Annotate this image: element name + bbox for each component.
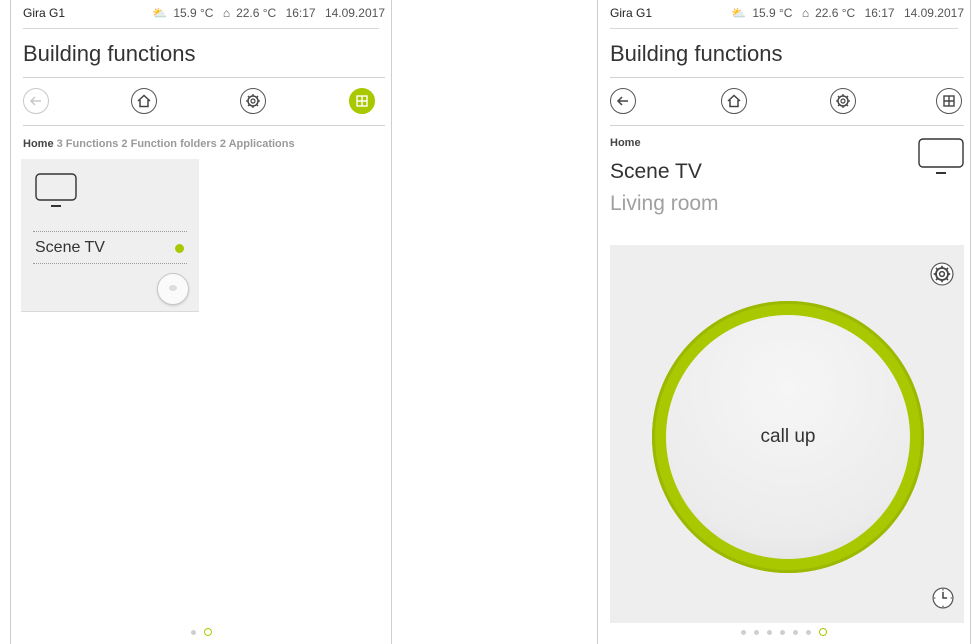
clock-time: 16:17 (864, 6, 895, 20)
page-dot[interactable] (754, 629, 759, 635)
breadcrumb-home[interactable]: Home (23, 138, 54, 150)
breadcrumb-applications[interactable]: 2 Applications (220, 138, 295, 150)
grid-icon (943, 95, 955, 107)
outside-temp-icon: ⛅ (731, 6, 747, 20)
divider (23, 125, 385, 126)
divider (33, 263, 187, 264)
room-name: Living room (610, 192, 719, 215)
home-button[interactable] (721, 88, 747, 114)
page-indicator (598, 627, 970, 638)
divider (23, 77, 385, 78)
page-dot[interactable] (190, 629, 196, 635)
status-bar: Gira G1 ⛅ 15.9 °C ⌂ 22.6 °C 16:17 14.09.20… (598, 0, 970, 28)
status-led (175, 244, 184, 253)
grid-view-button[interactable] (349, 88, 375, 114)
date: 14.09.2017 (324, 6, 385, 20)
screen-overview: Gira G1 ⛅ 15.9 °C ⌂ 22.6 °C 16:17 14.09.20… (10, 0, 392, 644)
inside-temp: 22.6 °C (815, 6, 856, 20)
page-dot-active[interactable] (819, 628, 827, 637)
call-up-ring: call up (652, 301, 924, 573)
page-indicator (11, 627, 391, 638)
divider (23, 28, 379, 29)
inside-temp-icon: ⌂ (801, 6, 810, 20)
page-dot[interactable] (793, 629, 798, 635)
status-values: ⛅ 15.9 °C ⌂ 22.6 °C 16:17 14.09.2017 (725, 6, 964, 20)
divider (610, 28, 958, 29)
page-dot-active[interactable] (203, 628, 212, 637)
device-name: Gira G1 (23, 6, 66, 20)
page-title: Building functions (610, 41, 783, 66)
function-tile-scene-tv[interactable]: Scene TV (21, 159, 199, 312)
back-arrow-icon (616, 96, 628, 106)
divider (610, 125, 964, 126)
outside-temp: 15.9 °C (752, 6, 793, 20)
home-button[interactable] (131, 88, 157, 114)
settings-button[interactable] (240, 88, 266, 114)
page-title: Building functions (23, 41, 196, 66)
home-icon (727, 94, 741, 108)
outside-temp: 15.9 °C (173, 6, 214, 20)
tile-label: Scene TV (35, 239, 105, 256)
push-button[interactable] (157, 273, 189, 305)
page-dot[interactable] (767, 629, 772, 635)
clock-time: 16:17 (285, 6, 316, 20)
date: 14.09.2017 (903, 6, 964, 20)
divider (610, 77, 964, 78)
breadcrumb-function-folders[interactable]: 2 Function folders (121, 138, 216, 150)
gear-icon (246, 94, 260, 108)
gear-icon[interactable] (930, 262, 954, 286)
back-arrow-icon (29, 96, 41, 106)
page-dot[interactable] (780, 629, 785, 635)
function-name: Scene TV (610, 160, 702, 183)
back-button[interactable] (610, 88, 636, 114)
settings-button[interactable] (830, 88, 856, 114)
tv-icon (35, 173, 77, 207)
call-up-button[interactable]: call up (666, 315, 910, 559)
back-button[interactable] (23, 88, 49, 114)
home-icon (137, 94, 151, 108)
breadcrumb: Home 3 Functions 2 Function folders 2 Ap… (23, 138, 295, 150)
inside-temp: 22.6 °C (236, 6, 277, 20)
grid-icon (356, 95, 368, 107)
status-bar: Gira G1 ⛅ 15.9 °C ⌂ 22.6 °C 16:17 14.09.20… (11, 0, 391, 28)
inside-temp-icon: ⌂ (222, 6, 231, 20)
divider (33, 231, 187, 232)
status-values: ⛅ 15.9 °C ⌂ 22.6 °C 16:17 14.09.2017 (146, 6, 385, 20)
function-control-panel: call up (610, 245, 964, 623)
page-dot[interactable] (806, 629, 811, 635)
outside-temp-icon: ⛅ (152, 6, 168, 20)
device-name: Gira G1 (610, 6, 653, 20)
page-dot[interactable] (741, 629, 746, 635)
gear-icon (836, 94, 850, 108)
grid-view-button[interactable] (936, 88, 962, 114)
tv-icon (918, 138, 964, 174)
breadcrumb-functions[interactable]: 3 Functions (57, 138, 119, 150)
breadcrumb-home[interactable]: Home (610, 137, 641, 149)
screen-function-detail: Gira G1 ⛅ 15.9 °C ⌂ 22.6 °C 16:17 14.09.20… (597, 0, 971, 644)
clock-icon[interactable] (932, 587, 954, 609)
